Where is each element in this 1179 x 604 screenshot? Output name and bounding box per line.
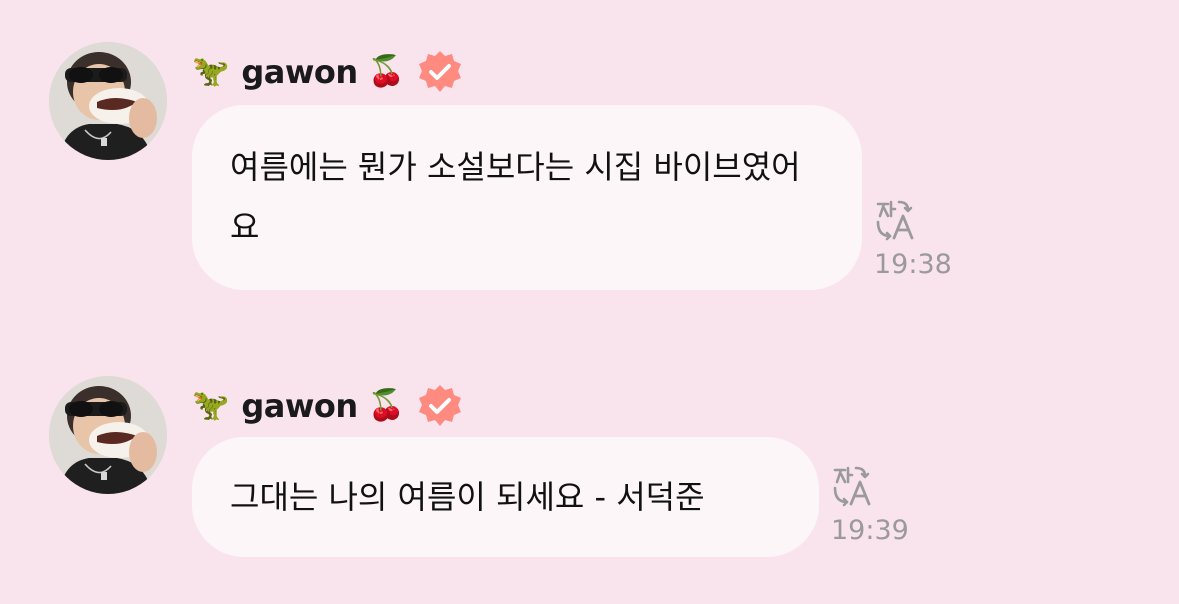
message-bubble[interactable]: 그대는 나의 여름이 되세요 - 서덕준 [192, 437, 819, 557]
username[interactable]: gawon [241, 53, 358, 91]
translate-icon[interactable] [831, 464, 875, 508]
message-header: 🦖 gawon 🍒 [192, 386, 463, 426]
dinosaur-emoji: 🦖 [192, 54, 230, 89]
verified-badge-icon [417, 383, 463, 429]
translate-icon[interactable] [874, 198, 918, 242]
verified-badge-icon [417, 49, 463, 95]
username[interactable]: gawon [241, 387, 358, 425]
message-timestamp: 19:38 [874, 249, 952, 280]
message-timestamp: 19:39 [831, 515, 909, 546]
message-bubble[interactable]: 여름에는 뭔가 소설보다는 시집 바이브였어요 [192, 105, 862, 290]
avatar[interactable] [49, 42, 167, 160]
avatar[interactable] [49, 376, 167, 494]
cherry-emoji: 🍒 [367, 388, 406, 423]
cherry-emoji: 🍒 [367, 54, 406, 89]
dinosaur-emoji: 🦖 [192, 388, 230, 423]
message-header: 🦖 gawon 🍒 [192, 52, 463, 92]
